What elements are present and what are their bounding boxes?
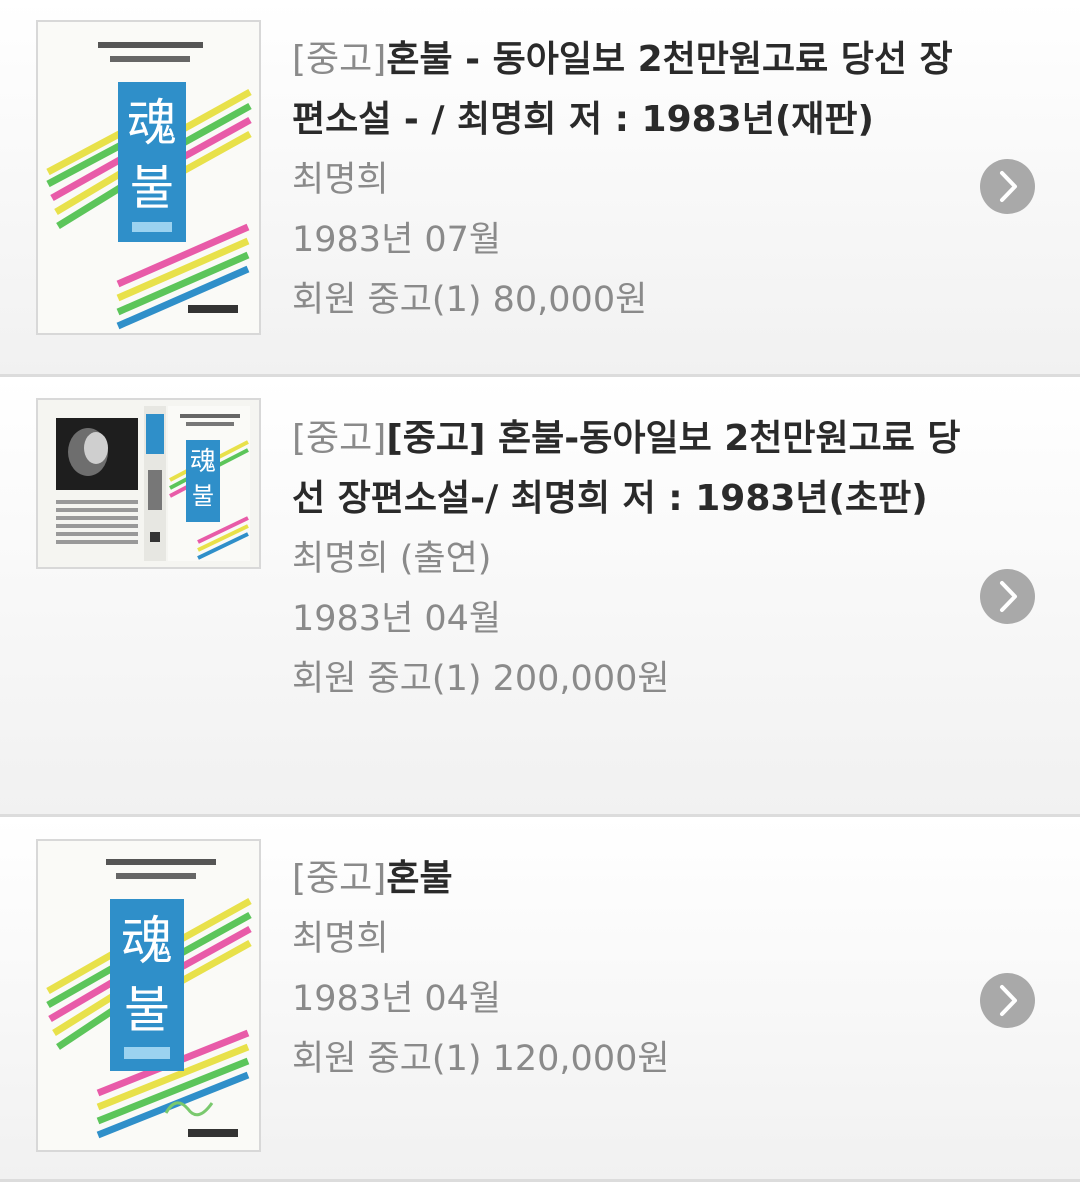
book-cover-image[interactable]: 魂 불: [36, 20, 261, 335]
item-detail-button[interactable]: [980, 159, 1035, 214]
item-price: 회원 중고(1) 200,000원: [292, 659, 670, 699]
cover-title-hangul: 불: [192, 482, 214, 510]
item-title-text[interactable]: [중고] 혼불-동아일보 2천만원고료 당선 장편소설-/ 최명희 저 : 19…: [292, 418, 961, 519]
item-date: 1983년 04월: [292, 599, 502, 639]
item-title[interactable]: [중고][중고] 혼불-동아일보 2천만원고료 당선 장편소설-/ 최명희 저 …: [292, 409, 962, 529]
item-info: [중고]혼불 - 동아일보 2천만원고료 당선 장편소설 - / 최명희 저 :…: [292, 30, 962, 330]
cover-title-hangul: 불: [124, 981, 170, 1039]
cover-title-hanja: 魂: [127, 94, 177, 152]
item-author: 최명희: [292, 160, 389, 200]
item-info: [중고][중고] 혼불-동아일보 2천만원고료 당선 장편소설-/ 최명희 저 …: [292, 409, 962, 709]
book-cover-image[interactable]: 魂 불: [36, 839, 261, 1152]
list-item[interactable]: 魂 불 [중고]혼불 - 동아일보 2천만원고료 당선 장편소설 - / 최명희…: [0, 0, 1080, 377]
book-cover-art: 魂 불: [38, 400, 259, 567]
book-cover-art: 魂 불: [38, 22, 259, 333]
search-result-list: 魂 불 [중고]혼불 - 동아일보 2천만원고료 당선 장편소설 - / 최명희…: [0, 0, 1080, 1182]
item-title-text[interactable]: 혼불: [386, 858, 452, 899]
chevron-right-icon: [1000, 985, 1017, 1016]
item-detail-button[interactable]: [980, 569, 1035, 624]
item-title[interactable]: [중고]혼불: [292, 849, 962, 909]
chevron-right-icon: [1000, 581, 1017, 612]
used-tag: [중고]: [292, 858, 387, 899]
chevron-right-icon: [1000, 171, 1017, 202]
list-item[interactable]: 魂 불 [중고][중고] 혼불-동아일보 2천만원고료 당선 장편소설-/ 최명…: [0, 377, 1080, 817]
item-title[interactable]: [중고]혼불 - 동아일보 2천만원고료 당선 장편소설 - / 최명희 저 :…: [292, 30, 962, 150]
item-date: 1983년 07월: [292, 220, 502, 260]
cover-title-hanja: 魂: [121, 912, 173, 972]
list-item[interactable]: 魂 불 [중고]혼불 최명희 1983년 04월 회원 중고(1) 120,00…: [0, 817, 1080, 1182]
used-tag: [중고]: [292, 39, 387, 80]
item-info: [중고]혼불 최명희 1983년 04월 회원 중고(1) 120,000원: [292, 849, 962, 1089]
item-author: 최명희: [292, 919, 389, 959]
item-price: 회원 중고(1) 80,000원: [292, 280, 648, 320]
used-tag: [중고]: [292, 418, 387, 459]
book-cover-image[interactable]: 魂 불: [36, 398, 261, 569]
item-author: 최명희 (출연): [292, 539, 492, 579]
item-detail-button[interactable]: [980, 973, 1035, 1028]
book-cover-art: 魂 불: [38, 841, 259, 1150]
item-price: 회원 중고(1) 120,000원: [292, 1039, 670, 1079]
item-date: 1983년 04월: [292, 979, 502, 1019]
cover-title-hanja: 魂: [190, 447, 216, 477]
cover-title-hangul: 불: [130, 160, 174, 216]
item-title-text[interactable]: 혼불 - 동아일보 2천만원고료 당선 장편소설 - / 최명희 저 : 198…: [292, 39, 953, 140]
